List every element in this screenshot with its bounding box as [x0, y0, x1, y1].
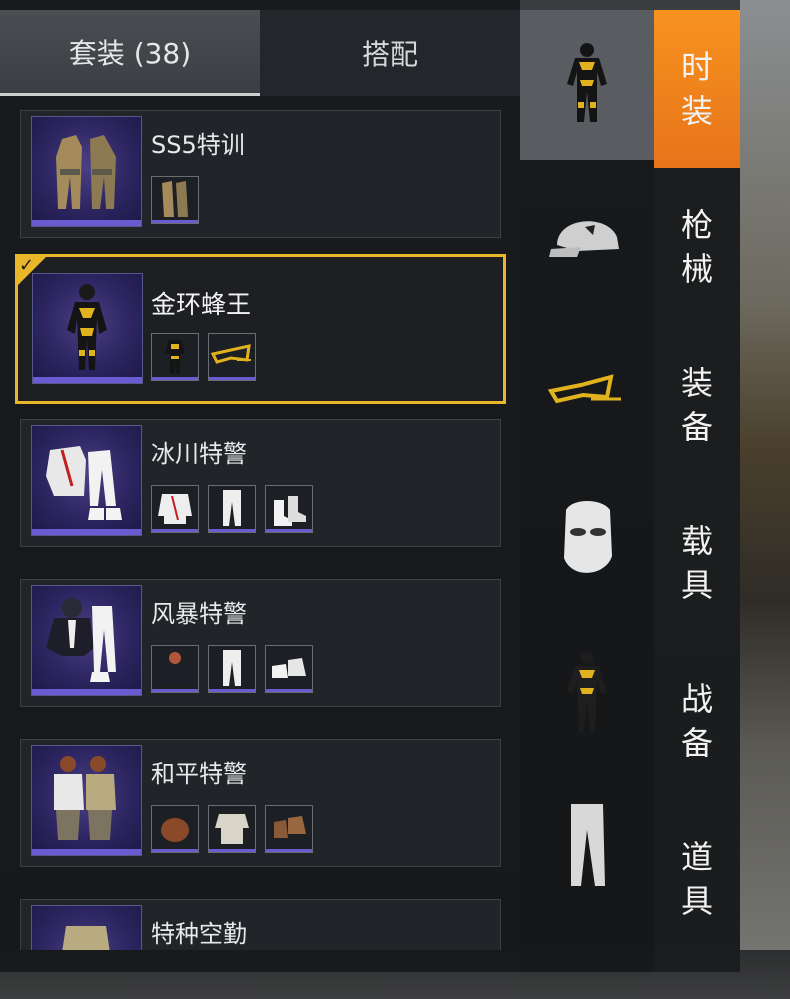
- eye-mask-icon: [547, 374, 621, 404]
- outfit-name: 和平特警: [151, 760, 247, 788]
- white-jacket-item[interactable]: [151, 485, 199, 533]
- outfit-items: [151, 485, 313, 533]
- storm-suit-icon: [46, 598, 116, 682]
- camo-suit-icon: [56, 135, 116, 209]
- white-boots-item[interactable]: [265, 485, 313, 533]
- main-category-tabs: 时装 枪械 装备 载具 战备 道具: [654, 10, 740, 972]
- outfit-card-ss5[interactable]: SS5特训: [20, 110, 501, 238]
- outfit-thumbnail: [31, 905, 142, 950]
- outfit-items: [151, 333, 256, 381]
- pants-icon: [223, 490, 241, 526]
- outfit-thumbnail: [31, 425, 142, 536]
- white-pants-item[interactable]: [208, 645, 256, 693]
- tab-battle-gear[interactable]: 战备: [654, 642, 740, 800]
- hood-top-item[interactable]: [151, 645, 199, 693]
- outfit-tabs: 套装 (38) 搭配: [0, 10, 520, 96]
- outfit-card-special-air[interactable]: 特种空勤: [20, 899, 501, 950]
- outfit-items: [151, 805, 313, 853]
- outfit-name: 特种空勤: [151, 920, 247, 948]
- outfit-name: SS5特训: [151, 131, 245, 159]
- tab-outfits[interactable]: 套装 (38): [0, 10, 260, 96]
- pants-icon: [223, 650, 241, 686]
- jacket-icon: [158, 494, 192, 524]
- tab-mix-match[interactable]: 搭配: [260, 10, 520, 96]
- gold-suit-icon: [67, 284, 107, 370]
- category-mask[interactable]: [520, 466, 654, 616]
- category-top[interactable]: [520, 618, 654, 768]
- outfit-card-storm-swat[interactable]: 风暴特警: [20, 579, 501, 707]
- gold-suit-icon: [165, 340, 185, 374]
- eye-mask-icon: [210, 344, 251, 364]
- boots-icon: [274, 496, 306, 526]
- brown-helmet-item[interactable]: [151, 805, 199, 853]
- category-outfit[interactable]: [520, 10, 654, 160]
- brown-boots-item[interactable]: [265, 805, 313, 853]
- outfit-thumbnail: [32, 273, 143, 384]
- tab-items[interactable]: 道具: [654, 800, 740, 958]
- gold-mask-item[interactable]: [208, 333, 256, 381]
- outfit-items: [151, 645, 313, 693]
- outfit-icon: [567, 43, 607, 122]
- white-pants-item[interactable]: [208, 485, 256, 533]
- cap-icon: [549, 221, 619, 257]
- outfit-card-peace-swat[interactable]: 和平特警: [20, 739, 501, 867]
- shirt-icon: [215, 814, 249, 844]
- tab-equipment[interactable]: 装备: [654, 326, 740, 484]
- boots-icon: [274, 816, 306, 838]
- air-suit-icon: [62, 926, 110, 950]
- outfit-items: [151, 176, 199, 224]
- hoodie-icon: [158, 652, 192, 682]
- outfit-card-golden-queen-bee[interactable]: ✓ 金环蜂王: [15, 254, 506, 404]
- camo-suit-item[interactable]: [151, 176, 199, 224]
- outfit-thumbnail: [31, 116, 142, 227]
- gold-suit-item[interactable]: [151, 333, 199, 381]
- category-column: [520, 10, 654, 972]
- outfit-name: 风暴特警: [151, 600, 247, 628]
- tab-fashion[interactable]: 时装: [654, 10, 740, 168]
- category-hat[interactable]: [520, 162, 654, 312]
- outfit-card-glacier-swat[interactable]: 冰川特警: [20, 419, 501, 547]
- face-mask-icon: [564, 501, 612, 573]
- pants-icon: [571, 804, 605, 886]
- camo-suit-icon: [162, 181, 188, 217]
- peace-suit-icon: [54, 756, 116, 840]
- outfit-name: 冰川特警: [151, 440, 247, 468]
- outfit-name: 金环蜂王: [151, 290, 252, 319]
- shoes-icon: [272, 658, 306, 678]
- top-icon: [567, 652, 607, 732]
- tab-weapons[interactable]: 枪械: [654, 168, 740, 326]
- category-pants[interactable]: [520, 770, 654, 920]
- white-suit-icon: [46, 446, 122, 520]
- outfit-panel: 套装 (38) 搭配 SS5特训 ✓ 金环蜂王 冰川特警 风暴特警 和平特警 特…: [0, 0, 520, 972]
- white-shoes-item[interactable]: [265, 645, 313, 693]
- game-scene-backdrop: [740, 0, 790, 999]
- camo-top-item[interactable]: [208, 805, 256, 853]
- tab-vehicles[interactable]: 载具: [654, 484, 740, 642]
- rarity-bar: [32, 220, 141, 226]
- outfit-thumbnail: [31, 585, 142, 696]
- category-eyewear[interactable]: [520, 314, 654, 464]
- outfit-list[interactable]: SS5特训 ✓ 金环蜂王 冰川特警 风暴特警 和平特警 特种空勤: [0, 100, 520, 950]
- helmet-icon: [161, 818, 189, 842]
- outfit-thumbnail: [31, 745, 142, 856]
